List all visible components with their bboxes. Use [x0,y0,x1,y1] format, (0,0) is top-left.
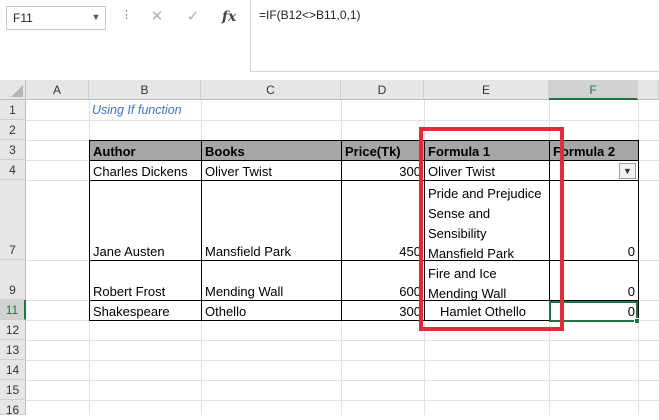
col-header-g[interactable] [638,80,659,100]
gridline [26,360,659,361]
gridline [26,380,659,381]
header-author[interactable]: Author [89,140,202,161]
cell-author[interactable]: Charles Dickens [89,160,202,181]
filter-icon[interactable]: ▼ [619,163,636,179]
header-price[interactable]: Price(Tk) [341,140,425,161]
col-header-b[interactable]: B [89,80,201,100]
row-header-4[interactable]: 4 [0,160,26,180]
cell-books[interactable]: Mansfield Park [201,180,342,261]
select-all-icon [11,85,23,97]
row-header-2[interactable]: 2 [0,120,26,140]
cell-books[interactable]: Othello [201,300,342,321]
cell-price[interactable]: 600 [341,260,425,301]
cell-books[interactable]: Oliver Twist [201,160,342,181]
gridline [26,120,659,121]
gridline [26,340,659,341]
cell-author[interactable]: Shakespeare [89,300,202,321]
row-header-12[interactable]: 12 [0,320,26,340]
dropdown-arrow-icon[interactable]: ▼ [88,7,104,27]
header-books[interactable]: Books [201,140,342,161]
grip-dots-icon: ⋮ [121,9,132,21]
row-header-11[interactable]: 11 [0,300,26,320]
cell-books[interactable]: Mending Wall [201,260,342,301]
col-header-c[interactable]: C [201,80,341,100]
col-header-d[interactable]: D [341,80,424,100]
row-header-1[interactable]: 1 [0,100,26,120]
enter-icon[interactable]: ✓ [184,7,202,27]
note-using-if-function[interactable]: Using If function [92,103,182,117]
fx-icon[interactable]: fx [218,7,240,27]
col-header-a[interactable]: A [26,80,89,100]
row-header-7[interactable]: 7 [0,180,26,260]
cell-price[interactable]: 450 [341,180,425,261]
gridline [26,400,659,401]
highlight-box [419,127,564,331]
row-header-3[interactable]: 3 [0,140,26,160]
cell-author[interactable]: Jane Austen [89,180,202,261]
fill-handle[interactable] [634,318,640,324]
cell-author[interactable]: Robert Frost [89,260,202,301]
row-header-9[interactable]: 9 [0,260,26,300]
row-header-15[interactable]: 15 [0,380,26,400]
cancel-icon[interactable]: ✕ [148,7,166,27]
row-header-16[interactable]: 16 [0,400,26,417]
cell-price[interactable]: 300 [341,300,425,321]
cell-price[interactable]: 300 [341,160,425,181]
formula-input[interactable]: =IF(B12<>B11,0,1) [250,0,659,72]
col-header-f[interactable]: F [549,80,638,100]
row-header-14[interactable]: 14 [0,360,26,380]
row-header-13[interactable]: 13 [0,340,26,360]
col-header-e[interactable]: E [424,80,549,100]
